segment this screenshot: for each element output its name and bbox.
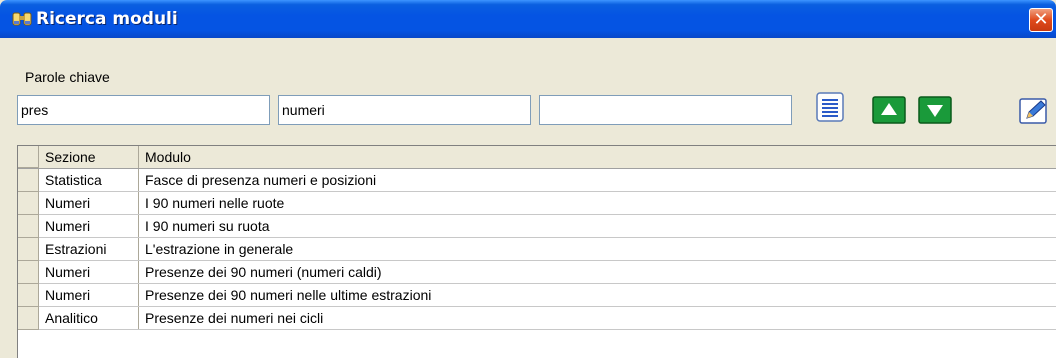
close-icon: ✕: [1033, 9, 1049, 30]
cell-modulo: Fasce di presenza numeri e posizioni: [145, 172, 377, 188]
list-button[interactable]: [813, 91, 847, 123]
arrow-down-icon: [918, 96, 952, 124]
column-header-sezione[interactable]: Sezione: [39, 146, 139, 168]
table-row[interactable]: Numeri Presenze dei 90 numeri (numeri ca…: [18, 261, 1056, 284]
cell-modulo: L'estrazione in generale: [145, 241, 294, 257]
row-selector[interactable]: [18, 284, 39, 307]
keyword-field-1[interactable]: [17, 95, 270, 125]
header-corner: [18, 146, 39, 168]
cell-modulo: Presenze dei 90 numeri (numeri caldi): [145, 264, 382, 280]
row-selector[interactable]: [18, 169, 39, 192]
cell-sezione: Numeri: [39, 261, 139, 283]
cell-modulo: I 90 numeri su ruota: [145, 218, 270, 234]
keyword-field-2[interactable]: [278, 95, 531, 125]
row-selector[interactable]: [18, 192, 39, 215]
search-modules-window: Ricerca moduli ✕ Parole chiave pres nume…: [0, 0, 1056, 358]
table-row[interactable]: Analitico Presenze dei numeri nei cicli: [18, 307, 1056, 330]
cell-sezione: Estrazioni: [39, 238, 139, 260]
cell-modulo: Presenze dei 90 numeri nelle ultime estr…: [145, 287, 432, 303]
modules-table: Sezione Modulo Statistica Fasce di prese…: [17, 145, 1056, 358]
arrow-up-icon: [872, 96, 906, 124]
move-up-button[interactable]: [872, 96, 906, 124]
table-row[interactable]: Estrazioni L'estrazione in generale: [18, 238, 1056, 261]
list-icon: [816, 92, 844, 122]
cell-sezione: Numeri: [39, 215, 139, 237]
cell-modulo: Presenze dei numeri nei cicli: [145, 310, 324, 326]
cell-sezione: Statistica: [39, 169, 139, 191]
table-header: Sezione Modulo: [18, 146, 1056, 169]
table-row[interactable]: Numeri I 90 numeri nelle ruote: [18, 192, 1056, 215]
row-selector[interactable]: [18, 307, 39, 330]
title-bar[interactable]: Ricerca moduli ✕: [0, 0, 1056, 38]
keyword-field-3[interactable]: [539, 95, 792, 125]
close-button[interactable]: ✕: [1029, 8, 1053, 32]
edit-icon: [1019, 98, 1047, 124]
cell-sezione: Analitico: [39, 307, 139, 329]
window-title: Ricerca moduli: [36, 9, 178, 29]
cell-sezione: Numeri: [39, 284, 139, 306]
row-selector[interactable]: [18, 261, 39, 284]
table-row[interactable]: Numeri Presenze dei 90 numeri nelle ulti…: [18, 284, 1056, 307]
keywords-label: Parole chiave: [25, 69, 110, 85]
row-selector[interactable]: [18, 238, 39, 261]
edit-button[interactable]: [1017, 96, 1051, 126]
column-header-modulo[interactable]: Modulo: [139, 146, 1056, 168]
cell-sezione: Numeri: [39, 192, 139, 214]
cell-modulo: I 90 numeri nelle ruote: [145, 195, 285, 211]
move-down-button[interactable]: [918, 96, 952, 124]
row-selector[interactable]: [18, 215, 39, 238]
binoculars-icon: [12, 12, 32, 26]
table-row[interactable]: Numeri I 90 numeri su ruota: [18, 215, 1056, 238]
table-row[interactable]: Statistica Fasce di presenza numeri e po…: [18, 169, 1056, 192]
